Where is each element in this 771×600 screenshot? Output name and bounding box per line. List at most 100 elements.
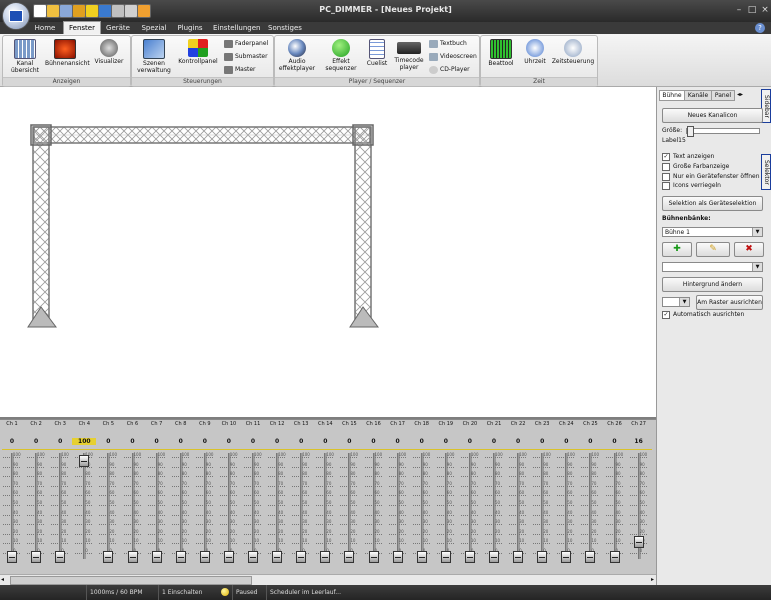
channel-value[interactable]: 0 [313, 438, 337, 445]
channel-horizontal-scrollbar[interactable]: ◂ ▸ [0, 574, 656, 585]
fader-knob[interactable] [585, 551, 596, 563]
channel-value[interactable]: 0 [241, 438, 265, 445]
fader-knob[interactable] [7, 551, 17, 563]
videoscreen-button[interactable]: Videoscreen [429, 51, 477, 62]
fader-knob[interactable] [489, 551, 499, 563]
fader-knob[interactable] [320, 551, 331, 563]
grosse-farbanzeige-checkbox[interactable]: Große Farbanzeige [662, 162, 729, 171]
fader-knob[interactable] [344, 551, 355, 563]
sidebar-tab-kanaele[interactable]: Kanäle [684, 90, 712, 101]
selektion-als-geraeteselektion-button[interactable]: Selektion als Geräteselektion [662, 196, 763, 211]
channel-fader[interactable]: 1009080706050403020100 [267, 451, 287, 564]
channel-value[interactable]: 0 [0, 438, 24, 445]
scroll-left-icon[interactable]: ◂ [1, 576, 4, 583]
textbuch-button[interactable]: Textbuch [429, 38, 467, 49]
channel-value[interactable]: 0 [24, 438, 48, 445]
channel-fader[interactable]: 1009080706050403020100 [532, 451, 552, 564]
channel-value[interactable]: 0 [458, 438, 482, 445]
neues-kanalicon-button[interactable]: Neues Kanalicon [662, 108, 763, 123]
channel-fader[interactable]: 1009080706050403020100 [243, 451, 263, 564]
visualizer-button[interactable]: Visualizer [89, 38, 129, 78]
sidebar-tab-scroll-icon[interactable]: ◂▸ [737, 91, 747, 99]
channel-value[interactable]: 0 [506, 438, 530, 445]
faderpanel-button[interactable]: Faderpanel [224, 38, 268, 49]
sidebar-tab-buehne[interactable]: Bühne [659, 90, 685, 101]
channel-fader[interactable]: 1009080706050403020100 [580, 451, 600, 564]
maximize-icon[interactable]: □ [746, 4, 758, 16]
fader-knob[interactable] [368, 551, 379, 563]
channel-value[interactable]: 0 [410, 438, 434, 445]
channel-fader[interactable]: 1009080706050403020100 [98, 451, 118, 564]
fader-knob[interactable] [31, 551, 42, 563]
effektsequenzer-button[interactable]: Effekt sequenzer [321, 38, 361, 78]
channel-fader[interactable]: 1009080706050403020100 [460, 451, 480, 564]
chevron-down-icon[interactable]: ▼ [679, 298, 689, 306]
checkbox-box[interactable]: ✓ [662, 152, 670, 161]
fader-knob[interactable] [199, 551, 210, 563]
channel-value[interactable]: 0 [530, 438, 554, 445]
channel-value[interactable]: 0 [145, 438, 169, 445]
kanaluebersicht-button[interactable]: Kanal übersicht [5, 38, 45, 78]
channel-fader[interactable]: 1009080706050403020100 [412, 451, 432, 564]
fader-knob[interactable] [416, 551, 427, 563]
fader-knob[interactable] [440, 551, 451, 563]
zeitsteuerung-button[interactable]: Zeitsteuerung [551, 38, 595, 78]
channel-fader[interactable]: 1009080706050403020100 [629, 451, 649, 564]
fader-knob[interactable] [537, 551, 548, 563]
submaster-button[interactable]: Submaster [224, 51, 268, 62]
raster-size-select[interactable]: ▼ [662, 297, 690, 307]
add-buehne-button[interactable]: ✚ [662, 242, 692, 257]
nur-ein-geraetefenster-checkbox[interactable]: Nur ein Gerätefenster öffnen [662, 172, 760, 181]
fader-knob[interactable] [248, 551, 258, 563]
channel-value[interactable]: 0 [362, 438, 386, 445]
checkbox-box[interactable] [662, 162, 670, 171]
fader-knob[interactable] [79, 455, 90, 467]
channel-value[interactable]: 0 [121, 438, 145, 445]
channel-value[interactable]: 0 [169, 438, 193, 445]
channel-value[interactable]: 0 [386, 438, 410, 445]
channel-value[interactable]: 0 [554, 438, 578, 445]
timecodeplayer-button[interactable]: Timecode player [389, 38, 429, 78]
channel-fader[interactable]: 1009080706050403020100 [556, 451, 576, 564]
fader-knob[interactable] [464, 551, 475, 563]
channel-value[interactable]: 0 [337, 438, 361, 445]
minimize-icon[interactable]: – [733, 4, 745, 16]
checkbox-box[interactable]: ✓ [662, 310, 670, 319]
channel-value[interactable]: 16 [627, 438, 651, 445]
fader-knob[interactable] [561, 551, 572, 563]
am-raster-ausrichten-button[interactable]: Am Raster ausrichten [696, 295, 763, 310]
uhrzeit-button[interactable]: Uhrzeit [515, 38, 555, 78]
close-icon[interactable]: × [759, 4, 771, 16]
channel-value[interactable]: 0 [48, 438, 72, 445]
buehne-select[interactable]: Bühne 1 ▼ [662, 227, 763, 237]
icons-verriegeln-checkbox[interactable]: Icons verriegeln [662, 181, 721, 190]
channel-fader[interactable]: 1009080706050403020100 [315, 451, 335, 564]
tab-einstellungen[interactable]: Einstellungen [213, 22, 260, 34]
fader-knob[interactable] [103, 551, 114, 563]
channel-fader[interactable]: 1009080706050403020100 [219, 451, 239, 564]
automatisch-ausrichten-checkbox[interactable]: ✓ Automatisch ausrichten [662, 310, 744, 319]
channel-value[interactable]: 0 [434, 438, 458, 445]
tab-plugins[interactable]: Plugins [176, 22, 204, 34]
text-anzeigen-checkbox[interactable]: ✓ Text anzeigen [662, 152, 714, 161]
scroll-right-icon[interactable]: ▸ [651, 576, 654, 583]
audioeffektplayer-button[interactable]: Audio effektplayer [277, 38, 317, 78]
channel-value[interactable]: 0 [578, 438, 602, 445]
fader-knob[interactable] [272, 551, 283, 563]
szenenverwaltung-button[interactable]: Szenen verwaltung [134, 38, 174, 78]
chevron-down-icon[interactable]: ▼ [752, 263, 762, 271]
channel-fader[interactable]: 1009080706050403020100 [436, 451, 456, 564]
fader-knob[interactable] [633, 535, 644, 548]
channel-fader[interactable]: 1009080706050403020100 [364, 451, 384, 564]
checkbox-box[interactable] [662, 172, 670, 181]
tab-geraete[interactable]: Geräte [104, 22, 132, 34]
edit-buehne-button[interactable]: ✎ [696, 242, 730, 257]
channel-fader[interactable]: 1009080706050403020100 [74, 451, 94, 564]
sidebar-tab-panel[interactable]: Panel [711, 90, 735, 101]
help-icon[interactable]: ? [755, 23, 765, 33]
channel-value[interactable]: 0 [603, 438, 627, 445]
fader-knob[interactable] [223, 551, 234, 563]
channel-fader[interactable]: 1009080706050403020100 [123, 451, 143, 564]
groesse-slider[interactable] [686, 126, 760, 137]
channel-fader[interactable]: 1009080706050403020100 [195, 451, 215, 564]
